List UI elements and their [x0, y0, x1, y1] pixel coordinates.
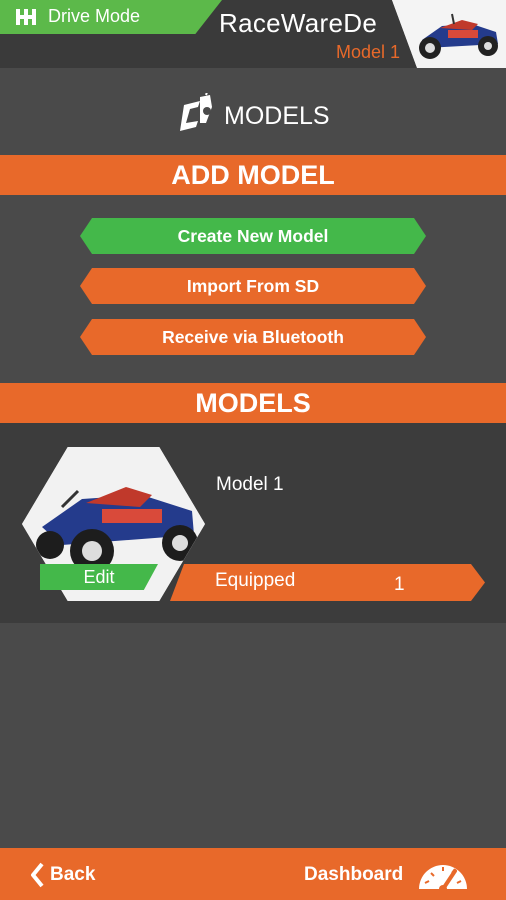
transmitter-icon	[180, 93, 212, 131]
drive-mode-label: Drive Mode	[48, 6, 141, 26]
receive-via-bluetooth-button[interactable]: Receive via Bluetooth	[80, 319, 426, 355]
dashboard-label: Dashboard	[304, 864, 404, 885]
model-name[interactable]: Model 1	[216, 474, 284, 496]
create-new-model-button[interactable]: Create New Model	[80, 218, 426, 254]
dashboard-button[interactable]: Dashboard	[304, 855, 469, 895]
page-title: MODELS	[224, 102, 330, 130]
add-model-heading: ADD MODEL	[0, 155, 506, 195]
speedometer-icon	[419, 865, 468, 891]
app-title: RaceWareDe	[219, 8, 378, 38]
chevron-left-icon	[31, 862, 44, 888]
gear-shift-icon	[16, 9, 36, 25]
back-label: Back	[50, 864, 96, 885]
equipped-label: Equipped	[215, 570, 296, 591]
back-button[interactable]: Back	[30, 858, 95, 892]
current-model-label: Model 1	[336, 42, 401, 62]
models-heading: MODELS	[0, 383, 506, 423]
import-from-sd-button[interactable]: Import From SD	[80, 268, 426, 304]
equipped-count: 1	[394, 574, 405, 595]
edit-model-button[interactable]: Edit	[40, 564, 158, 590]
